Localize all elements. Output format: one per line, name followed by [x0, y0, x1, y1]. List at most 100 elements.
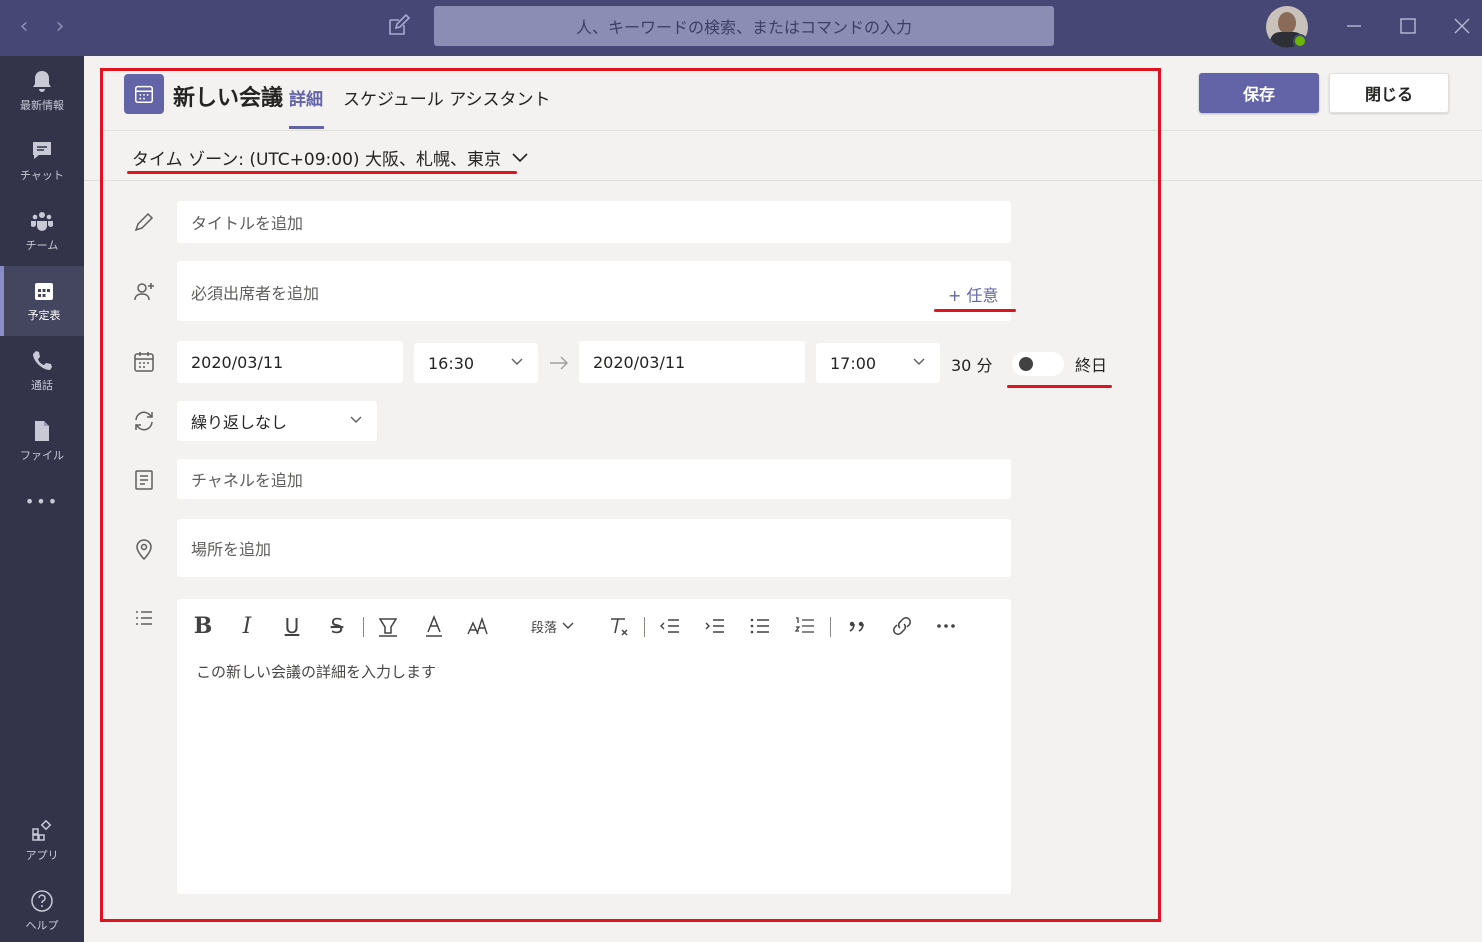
- details-editor[interactable]: B I U S 段落 この新しい会議の詳細を入力します: [177, 599, 1011, 894]
- location-input[interactable]: 場所を追加: [177, 519, 1011, 577]
- paragraph-style-select[interactable]: 段落: [525, 613, 581, 639]
- bell-icon: [33, 71, 51, 92]
- title-bar: ‹ › 人、キーワードの検索、またはコマンドの入力: [0, 0, 1482, 56]
- repeat-select[interactable]: 繰り返しなし: [177, 401, 377, 441]
- paragraph-label: 段落: [530, 620, 557, 636]
- bold-icon[interactable]: B: [191, 613, 215, 639]
- link-icon[interactable]: [890, 613, 914, 639]
- numbered-list-icon[interactable]: [793, 613, 817, 639]
- divider: [100, 130, 1482, 131]
- chevron-down-icon: [512, 152, 528, 162]
- rail-item-chat[interactable]: チャット: [0, 126, 84, 196]
- toolbar-separator: [644, 617, 645, 637]
- rail-item-calls[interactable]: 通話: [0, 336, 84, 406]
- end-time-value: 17:00: [830, 353, 877, 373]
- all-day-toggle[interactable]: [1012, 352, 1064, 376]
- channel-input[interactable]: チャネルを追加: [177, 459, 1011, 499]
- end-time-select[interactable]: 17:00: [816, 343, 940, 383]
- increase-indent-icon[interactable]: [703, 613, 727, 639]
- underline-icon[interactable]: U: [280, 613, 304, 639]
- chevron-down-icon: [562, 622, 574, 629]
- divider: [84, 180, 1482, 181]
- tab-details[interactable]: 詳細: [289, 85, 323, 110]
- calendar-icon: [134, 352, 154, 372]
- minimize-icon[interactable]: [1340, 12, 1368, 40]
- forward-arrow-icon[interactable]: ›: [50, 14, 70, 39]
- rail-item-label: 予定表: [27, 309, 61, 322]
- rail-item-help[interactable]: ヘルプ: [0, 876, 84, 942]
- timezone-label: タイム ゾーン: (UTC+09:00) 大阪、札幌、東京: [132, 150, 501, 170]
- details-list-icon: [136, 611, 152, 625]
- compose-icon[interactable]: [386, 14, 410, 38]
- add-person-icon: [134, 283, 154, 301]
- timezone-selector[interactable]: タイム ゾーン: (UTC+09:00) 大阪、札幌、東京: [132, 145, 529, 170]
- more-apps-button[interactable]: •••: [0, 476, 84, 526]
- quote-icon[interactable]: [845, 613, 869, 639]
- chevron-down-icon: [350, 416, 362, 423]
- bulleted-list-icon[interactable]: [748, 613, 772, 639]
- title-input[interactable]: タイトルを追加: [177, 201, 1011, 243]
- save-button[interactable]: 保存: [1199, 73, 1319, 113]
- calendar-icon: [35, 283, 53, 300]
- rail-item-label: チーム: [25, 239, 59, 252]
- toolbar-separator: [830, 617, 831, 637]
- annotation-underline: [934, 309, 1016, 312]
- tab-active-indicator: [289, 126, 324, 129]
- attendees-input[interactable]: 必須出席者を追加: [177, 261, 1011, 321]
- help-icon: [31, 890, 53, 912]
- page-title: 新しい会議: [173, 86, 284, 111]
- phone-icon: [33, 351, 52, 370]
- rail-item-calendar[interactable]: 予定表: [0, 266, 84, 336]
- rail-item-label: 通話: [31, 379, 53, 392]
- strikethrough-icon[interactable]: S: [325, 613, 349, 639]
- editor-placeholder: この新しい会議の詳細を入力します: [196, 663, 437, 681]
- start-time-value: 16:30: [428, 353, 475, 373]
- duration-label: 30 分: [951, 356, 993, 375]
- optional-attendees-link[interactable]: + 任意: [948, 282, 999, 306]
- rail-item-label: ファイル: [20, 449, 64, 462]
- tab-scheduling-assistant[interactable]: スケジュール アシスタント: [343, 85, 551, 110]
- rail-item-files[interactable]: ファイル: [0, 406, 84, 476]
- rail-item-teams[interactable]: チーム: [0, 196, 84, 266]
- clear-formatting-icon[interactable]: [607, 613, 631, 639]
- rail-item-activity[interactable]: 最新情報: [0, 56, 84, 126]
- annotation-underline: [1007, 385, 1112, 388]
- arrow-right-icon: [550, 356, 568, 370]
- location-pin-icon: [136, 539, 152, 561]
- font-size-icon[interactable]: [466, 613, 490, 639]
- start-date-input[interactable]: 2020/03/11: [177, 341, 403, 383]
- apps-icon: [32, 819, 52, 841]
- back-arrow-icon[interactable]: ‹: [14, 14, 34, 39]
- repeat-value: 繰り返しなし: [191, 413, 288, 432]
- font-color-icon[interactable]: [422, 613, 446, 639]
- more-options-icon[interactable]: [934, 613, 958, 639]
- app-rail: 最新情報 チャット チーム 予定表 通話 ファイル ••• アプリ ヘルプ: [0, 56, 84, 942]
- rail-item-label: 最新情報: [20, 99, 64, 112]
- repeat-icon: [135, 411, 153, 431]
- rail-item-label: チャット: [20, 169, 64, 182]
- start-time-select[interactable]: 16:30: [414, 343, 538, 383]
- toolbar-separator: [363, 617, 364, 637]
- rail-item-apps[interactable]: アプリ: [0, 806, 84, 876]
- annotation-underline: [127, 171, 517, 174]
- chat-icon: [33, 142, 51, 159]
- close-window-icon[interactable]: [1448, 12, 1476, 40]
- channel-icon: [135, 470, 153, 490]
- chevron-down-icon: [511, 358, 523, 365]
- pencil-icon: [134, 212, 154, 232]
- rail-item-label: アプリ: [25, 849, 59, 862]
- teams-icon: [31, 212, 53, 231]
- chevron-down-icon: [913, 358, 925, 365]
- search-input[interactable]: 人、キーワードの検索、またはコマンドの入力: [434, 6, 1054, 46]
- meeting-calendar-icon: [124, 74, 164, 114]
- rail-item-label: ヘルプ: [25, 919, 59, 932]
- close-button[interactable]: 閉じる: [1329, 73, 1449, 113]
- all-day-label: 終日: [1075, 356, 1108, 375]
- italic-icon[interactable]: I: [235, 613, 259, 639]
- file-icon: [35, 421, 49, 441]
- decrease-indent-icon[interactable]: [658, 613, 682, 639]
- end-date-input[interactable]: 2020/03/11: [579, 341, 805, 383]
- maximize-icon[interactable]: [1394, 12, 1422, 40]
- highlight-icon[interactable]: [376, 613, 400, 639]
- presence-available-icon: [1293, 34, 1307, 48]
